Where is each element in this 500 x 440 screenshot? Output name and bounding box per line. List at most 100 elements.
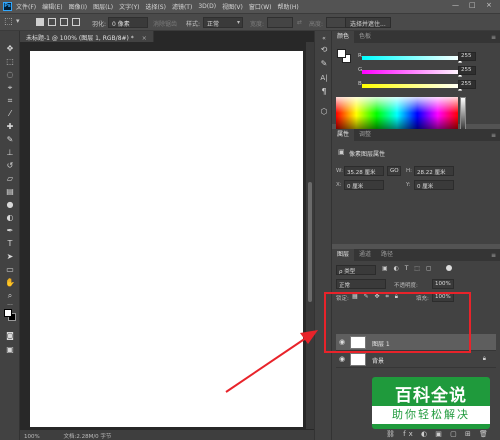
- move-tool-icon[interactable]: ✥: [4, 44, 16, 54]
- dodge-tool-icon[interactable]: ◐: [4, 213, 16, 223]
- foreground-color-swatch[interactable]: [4, 309, 12, 317]
- tab-adjustments[interactable]: 调整: [354, 129, 376, 141]
- eyedropper-tool-icon[interactable]: ⁄: [4, 109, 16, 119]
- x-label: X:: [336, 182, 342, 188]
- 3d-panel-icon[interactable]: ⬡: [319, 107, 329, 117]
- subtract-selection-icon[interactable]: [60, 18, 68, 26]
- h-input[interactable]: 28.22 厘米: [414, 166, 454, 176]
- eraser-tool-icon[interactable]: ▱: [4, 174, 16, 184]
- paragraph-panel-icon[interactable]: ¶: [319, 87, 329, 97]
- close-icon[interactable]: ×: [142, 35, 147, 42]
- brush-settings-icon[interactable]: ✎: [319, 59, 329, 69]
- collapse-arrows-icon[interactable]: «: [319, 34, 329, 44]
- document-tab-title: 未标题-1 @ 100% (图层 1, RGB/8#) *: [26, 35, 134, 42]
- rectangle-tool-icon[interactable]: ▭: [4, 265, 16, 275]
- zoom-level[interactable]: 100%: [24, 434, 40, 440]
- hand-tool-icon[interactable]: ✋: [4, 278, 16, 288]
- feather-input[interactable]: 0 像素: [108, 17, 148, 28]
- panel-menu-icon[interactable]: ≡: [491, 252, 496, 259]
- document-tab[interactable]: 未标题-1 @ 100% (图层 1, RGB/8#) * ×: [20, 31, 154, 42]
- r-value-input[interactable]: 255: [458, 52, 476, 61]
- history-icon[interactable]: ⟲: [319, 45, 329, 55]
- opacity-input[interactable]: 100%: [432, 279, 454, 289]
- filter-toggle-icon[interactable]: [446, 265, 452, 271]
- menu-3d[interactable]: 3D(D): [198, 3, 216, 10]
- pen-tool-icon[interactable]: ✒: [4, 226, 16, 236]
- quick-select-tool-icon[interactable]: ⌖: [4, 83, 16, 93]
- height-label: 高度:: [309, 21, 324, 28]
- swap-icon[interactable]: ⇄: [297, 19, 302, 26]
- menu-help[interactable]: 帮助(H): [278, 2, 299, 11]
- brush-tool-icon[interactable]: ✎: [4, 135, 16, 145]
- w-input[interactable]: 35.28 厘米: [344, 166, 384, 176]
- maximize-button[interactable]: □: [469, 1, 476, 9]
- g-value-input[interactable]: 255: [458, 66, 476, 75]
- style-select[interactable]: 正常 ▾: [203, 17, 243, 28]
- layer-filter-icons[interactable]: ▣ ◐ T ⬚ ▢: [382, 265, 434, 272]
- close-window-button[interactable]: ×: [486, 1, 492, 9]
- new-selection-icon[interactable]: [36, 18, 44, 26]
- layer-row[interactable]: ◉ 背景 🔒︎: [336, 351, 496, 368]
- tool-preset-dropdown-icon[interactable]: ▾: [16, 17, 20, 25]
- menu-type[interactable]: 文字(Y): [119, 2, 139, 11]
- type-tool-icon[interactable]: T: [4, 239, 16, 249]
- width-input[interactable]: [267, 17, 293, 28]
- r-slider[interactable]: R ▲ 255: [358, 52, 476, 64]
- menu-image[interactable]: 图像(I): [69, 2, 87, 11]
- watermark-logo: 百科全说 助你轻松解决: [372, 377, 490, 429]
- b-value-input[interactable]: 255: [458, 80, 476, 89]
- blur-tool-icon[interactable]: ●: [4, 200, 16, 210]
- tab-layers[interactable]: 图层: [332, 249, 355, 261]
- history-brush-tool-icon[interactable]: ↺: [4, 161, 16, 171]
- panel-menu-icon[interactable]: ≡: [491, 132, 496, 139]
- menu-select[interactable]: 选择(S): [145, 2, 166, 11]
- path-select-tool-icon[interactable]: ➤: [4, 252, 16, 262]
- g-slider[interactable]: G ▲ 255: [358, 66, 476, 78]
- tab-properties[interactable]: 属性: [332, 129, 355, 141]
- menu-edit[interactable]: 编辑(E): [42, 2, 62, 11]
- crop-tool-icon[interactable]: ⌗: [4, 96, 16, 106]
- quick-mask-icon[interactable]: ◙: [4, 331, 16, 341]
- menu-view[interactable]: 视图(V): [222, 2, 243, 11]
- h-label: H:: [406, 168, 412, 174]
- antialias-checkbox[interactable]: 消除锯齿: [153, 19, 177, 28]
- y-input[interactable]: 0 厘米: [414, 180, 454, 190]
- minimize-button[interactable]: —: [452, 1, 459, 9]
- vertical-scrollbar[interactable]: [306, 42, 314, 429]
- tab-channels[interactable]: 通道: [354, 249, 376, 261]
- tools-panel: ✥ ⬚ ◌ ⌖ ⌗ ⁄ ✚ ✎ ⊥ ↺ ▱ ▤ ● ◐ ✒ T ➤ ▭ ✋ ⌕ …: [0, 31, 20, 440]
- menu-layer[interactable]: 图层(L): [93, 2, 113, 11]
- character-panel-icon[interactable]: A|: [319, 73, 329, 83]
- color-fg-swatch[interactable]: [337, 49, 346, 58]
- menu-window[interactable]: 窗口(W): [249, 2, 272, 11]
- blend-mode-select[interactable]: 正常: [336, 279, 386, 289]
- link-dimensions-button[interactable]: GO: [387, 166, 401, 176]
- marquee-tool-icon[interactable]: ⬚: [4, 17, 13, 27]
- photoshop-logo: Ps: [3, 1, 12, 11]
- intersect-selection-icon[interactable]: [72, 18, 80, 26]
- style-label: 样式:: [186, 21, 201, 28]
- canvas[interactable]: [30, 51, 303, 427]
- tab-swatches[interactable]: 色板: [354, 31, 376, 43]
- select-and-mask-button[interactable]: 选择并遮住...: [345, 17, 391, 28]
- tab-paths[interactable]: 路径: [376, 249, 398, 261]
- lasso-tool-icon[interactable]: ◌: [4, 70, 16, 80]
- tab-color[interactable]: 颜色: [332, 31, 355, 43]
- gradient-tool-icon[interactable]: ▤: [4, 187, 16, 197]
- screen-mode-icon[interactable]: ▣: [4, 345, 16, 355]
- g-slider-label: G: [358, 67, 363, 73]
- menu-filter[interactable]: 滤镜(T): [172, 2, 192, 11]
- layer-filter-select[interactable]: ρ 类型: [336, 265, 376, 275]
- zoom-tool-icon[interactable]: ⌕: [4, 291, 16, 301]
- add-selection-icon[interactable]: [48, 18, 56, 26]
- healing-brush-tool-icon[interactable]: ✚: [4, 122, 16, 132]
- marquee-tool-icon[interactable]: ⬚: [4, 57, 16, 67]
- eye-icon[interactable]: ◉: [339, 355, 345, 363]
- x-input[interactable]: 0 厘米: [344, 180, 384, 190]
- scrollbar-thumb[interactable]: [308, 182, 312, 302]
- menu-file[interactable]: 文件(F): [16, 2, 36, 11]
- panel-menu-icon[interactable]: ≡: [491, 34, 496, 41]
- layer-actions-icons[interactable]: ⛓ fx ◐ ▣ ▢ ⊞ 🗑︎: [386, 430, 491, 438]
- b-slider[interactable]: B ▲ 255: [358, 80, 476, 92]
- clone-stamp-tool-icon[interactable]: ⊥: [4, 148, 16, 158]
